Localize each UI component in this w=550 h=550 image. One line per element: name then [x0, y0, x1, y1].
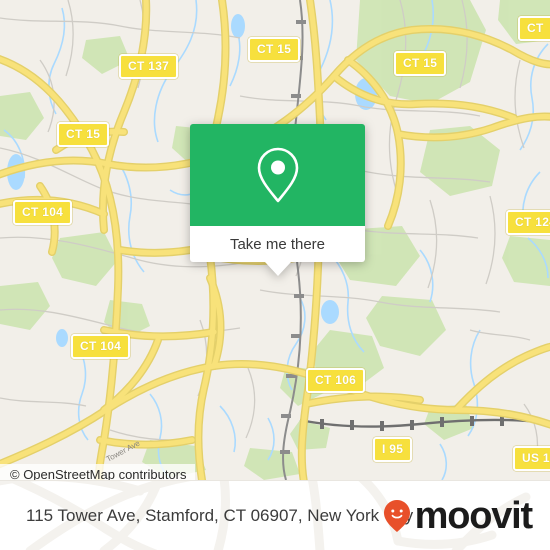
popup-action[interactable]: Take me there — [190, 226, 365, 262]
popup-pointer — [264, 262, 291, 276]
road-shield: CT 124 — [506, 210, 550, 235]
address-label: 115 Tower Ave, Stamford, CT 06907, New Y… — [26, 505, 414, 525]
road-shield: CT 15 — [248, 37, 301, 62]
road-shield: CT 15 — [394, 51, 447, 76]
popup-header — [190, 124, 365, 226]
moovit-logo[interactable]: moovit — [383, 494, 534, 537]
take-me-there-label: Take me there — [229, 235, 326, 253]
footer-bar: 115 Tower Ave, Stamford, CT 06907, New Y… — [0, 480, 550, 550]
road-shield: CT 106 — [306, 368, 366, 393]
road-shield: CT 137 — [119, 54, 179, 79]
moovit-wordmark: moovit — [414, 494, 534, 537]
location-popup[interactable]: Take me there — [190, 124, 365, 276]
map-attribution[interactable]: © OpenStreetMap contributors — [0, 464, 195, 480]
map-screen: Tower Ave CT 137 CT 15 CT 15 CT CT 15 CT… — [0, 0, 550, 550]
road-shield: CT — [518, 16, 550, 41]
road-shield: US 1 — [513, 446, 550, 471]
road-shield: CT 104 — [13, 200, 73, 225]
road-shield: I 95 — [373, 437, 413, 462]
moovit-smiley-pin-icon — [383, 499, 410, 532]
map-pin-icon — [257, 147, 298, 203]
road-shield: CT 104 — [71, 334, 131, 359]
road-shield: CT 15 — [57, 122, 110, 147]
map-canvas[interactable]: Tower Ave CT 137 CT 15 CT 15 CT CT 15 CT… — [0, 0, 550, 480]
